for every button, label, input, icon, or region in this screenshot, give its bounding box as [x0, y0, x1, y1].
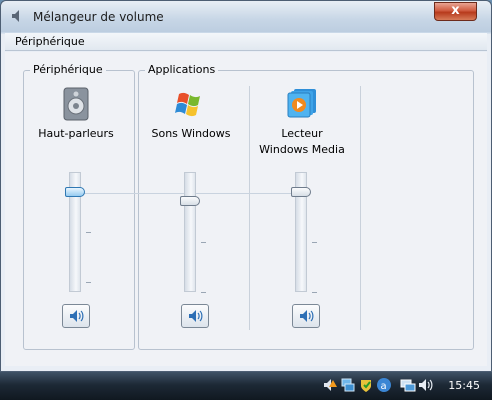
mute-button[interactable] [181, 304, 209, 328]
close-icon: x [451, 3, 460, 18]
slider-tick [201, 242, 206, 243]
speaker-volume-icon [300, 310, 314, 322]
channel-divider [360, 86, 361, 330]
slider-tick [86, 282, 91, 283]
mixer-panel: Périphérique Applications Haut-parleurs [5, 52, 487, 366]
channel-haut-parleurs: Haut-parleurs [21, 86, 131, 336]
menu-bar: Périphérique [5, 33, 487, 51]
network-connections-icon[interactable] [400, 377, 416, 393]
slider-tick [201, 292, 206, 293]
channel-label: Haut-parleurs [38, 127, 114, 140]
window-title: Mélangeur de volume [33, 10, 164, 24]
mute-button[interactable] [292, 304, 320, 328]
close-button[interactable]: x [434, 2, 477, 21]
volume-slider-thumb[interactable] [65, 187, 85, 197]
media-player-icon[interactable] [284, 86, 320, 122]
slider-tick [312, 292, 317, 293]
speaker-volume-icon [189, 310, 203, 322]
taskbar: a 15:45 [0, 372, 492, 400]
channel-label: Lecteur Windows Media [259, 127, 345, 156]
slider-tick [312, 242, 317, 243]
speaker-icon[interactable] [58, 86, 94, 122]
network-icon[interactable] [340, 377, 356, 393]
windows-logo-icon[interactable] [173, 86, 209, 122]
applications-group-label: Applications [145, 63, 219, 76]
speaker-title-icon [11, 9, 23, 23]
mute-button[interactable] [62, 304, 90, 328]
channel-sons-windows: Sons Windows [136, 86, 246, 336]
menu-peripherique[interactable]: Périphérique [15, 35, 85, 48]
svg-text:a: a [381, 381, 387, 392]
volume-mixer-window: Mélangeur de volume x Périphérique Périp… [0, 0, 492, 372]
speaker-volume-icon [70, 310, 84, 322]
volume-slider-thumb[interactable] [291, 187, 311, 197]
device-group-label: Périphérique [30, 63, 106, 76]
volume-warning-icon[interactable] [322, 377, 338, 393]
slider-tick [86, 232, 91, 233]
volume-slider-thumb[interactable] [180, 196, 200, 206]
volume-slider-track[interactable] [184, 172, 196, 292]
system-tray: a 15:45 [322, 375, 492, 397]
clock[interactable]: 15:45 [448, 379, 480, 392]
channel-lecteur-windows-media: Lecteur Windows Media [247, 86, 357, 336]
channel-label: Sons Windows [151, 127, 231, 140]
volume-icon[interactable] [418, 377, 434, 393]
security-icon[interactable] [358, 377, 374, 393]
accessibility-icon[interactable]: a [376, 377, 392, 393]
title-bar[interactable]: Mélangeur de volume x [1, 1, 491, 32]
